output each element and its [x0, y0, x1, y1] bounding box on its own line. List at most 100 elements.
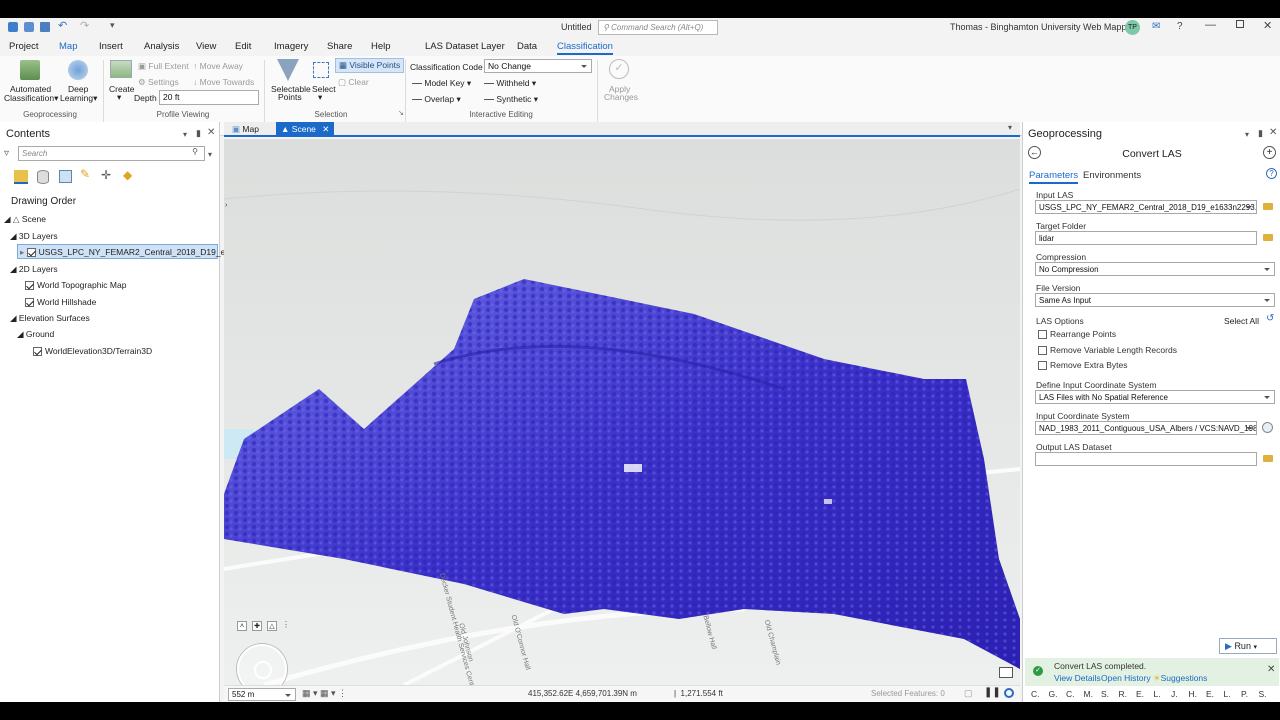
overlap-dropdown[interactable]: Overlap ▾: [412, 94, 461, 105]
select-all-link[interactable]: Select All: [1224, 316, 1259, 326]
notifications-icon[interactable]: ✉: [1152, 21, 1160, 32]
depth-input[interactable]: 20 ft: [159, 90, 259, 105]
tree-topo-layer[interactable]: World Topographic Map: [25, 280, 126, 291]
scene-view[interactable]: Decker Student Health Services Center Ol…: [224, 139, 1020, 685]
points-label[interactable]: Points: [278, 92, 302, 102]
browse-folder-icon[interactable]: [1263, 203, 1273, 210]
option-remove-extra-bytes[interactable]: Remove Extra Bytes: [1038, 360, 1127, 371]
target-folder-field[interactable]: lidar: [1035, 231, 1257, 245]
tab-list-icon[interactable]: ▾: [1008, 123, 1012, 132]
refresh-icon[interactable]: [1004, 688, 1014, 698]
pane-tab[interactable]: C.: [1031, 689, 1040, 699]
full-extent-button[interactable]: ▣ Full Extent: [138, 61, 189, 72]
withheld-dropdown[interactable]: Withheld ▾: [484, 78, 536, 89]
dismiss-message-icon[interactable]: ✕: [1267, 664, 1275, 675]
user-avatar[interactable]: TP: [1125, 20, 1140, 35]
tree-2d-layers[interactable]: ◢ 2D Layers: [10, 264, 58, 275]
select-button[interactable]: Select: [312, 84, 336, 94]
full-extent-icon[interactable]: ✚: [252, 621, 262, 631]
selectable-points-icon[interactable]: [277, 59, 299, 81]
close-pane-icon[interactable]: ✕: [207, 127, 215, 138]
tree-hillshade-layer[interactable]: World Hillshade: [25, 297, 96, 308]
maximize-icon[interactable]: [1236, 20, 1244, 28]
pane-tab[interactable]: R.: [1119, 689, 1128, 699]
output-dataset-field[interactable]: [1035, 452, 1257, 466]
close-window-icon[interactable]: ✕: [1263, 19, 1272, 32]
add-icon[interactable]: +: [1263, 146, 1276, 159]
pane-tab[interactable]: E.: [1206, 689, 1214, 699]
pane-tab[interactable]: E.: [1136, 689, 1144, 699]
define-cs-select[interactable]: LAS Files with No Spatial Reference: [1035, 390, 1275, 404]
pane-tab[interactable]: S.: [1101, 689, 1109, 699]
tab-parameters[interactable]: Parameters: [1029, 170, 1079, 184]
tab-imagery[interactable]: Imagery: [274, 41, 308, 52]
tab-view-map[interactable]: ▣ Map: [226, 123, 265, 136]
tab-project[interactable]: Project: [9, 41, 39, 52]
pane-menu-icon[interactable]: ▾: [183, 130, 187, 139]
create-profile-icon[interactable]: [110, 60, 132, 78]
hillshade-checkbox[interactable]: [25, 298, 34, 308]
pane-tab[interactable]: C.: [1066, 689, 1075, 699]
tab-map[interactable]: Map: [59, 41, 77, 52]
model-key-dropdown[interactable]: Model Key ▾: [412, 78, 471, 89]
deep-learning-icon[interactable]: [68, 60, 88, 80]
visible-points-toggle[interactable]: ▦ Visible Points: [335, 58, 405, 73]
customize-toolbar-icon[interactable]: ▾: [110, 20, 115, 31]
expand-icon[interactable]: ▸: [20, 247, 24, 257]
tree-ground[interactable]: ◢ Ground: [17, 329, 54, 340]
changes-label[interactable]: Changes: [604, 92, 638, 102]
help-icon[interactable]: ?: [1266, 168, 1277, 179]
option-remove-vlr[interactable]: Remove Variable Length Records: [1038, 345, 1177, 356]
compression-select[interactable]: No Compression: [1035, 262, 1275, 276]
tree-las-layer[interactable]: ▸ USGS_LPC_NY_FEMAR2_Central_2018_D19_e1…: [17, 244, 251, 259]
synthetic-dropdown[interactable]: Synthetic ▾: [484, 94, 538, 105]
save-icon[interactable]: [40, 22, 50, 32]
pane-tab[interactable]: G.: [1049, 689, 1058, 699]
redo-icon[interactable]: ↷: [80, 19, 89, 32]
pane-tab[interactable]: H.: [1189, 689, 1198, 699]
tree-elevation-surfaces[interactable]: ◢ Elevation Surfaces: [10, 313, 90, 324]
new-project-icon[interactable]: [8, 22, 18, 32]
create-dropdown-icon[interactable]: ▾: [117, 92, 121, 103]
collapse-handle-icon[interactable]: ›: [225, 202, 227, 209]
input-las-field[interactable]: USGS_LPC_NY_FEMAR2_Central_2018_D19_e163…: [1035, 200, 1257, 214]
run-button[interactable]: ▶ Run ▾: [1219, 638, 1277, 654]
option-rearrange-points[interactable]: Rearrange Points: [1038, 329, 1116, 340]
zoom-in-icon[interactable]: ˄: [237, 621, 247, 631]
tab-view-scene[interactable]: ▲ Scene ✕: [276, 122, 335, 137]
tab-data[interactable]: Data: [517, 41, 537, 52]
navigator-ring-icon[interactable]: [254, 661, 272, 679]
terrain-checkbox[interactable]: [33, 347, 42, 357]
remove-vlr-checkbox[interactable]: [1038, 346, 1047, 356]
tab-view[interactable]: View: [196, 41, 216, 52]
pause-drawing-icon[interactable]: ❚❚: [984, 687, 1001, 698]
tree-scene[interactable]: ◢ △ Scene: [4, 214, 46, 225]
undo-icon[interactable]: ↶: [58, 19, 67, 32]
list-by-selection-icon[interactable]: [59, 170, 72, 183]
help-icon[interactable]: ?: [1177, 21, 1183, 32]
tree-terrain[interactable]: WorldElevation3D/Terrain3D: [33, 346, 152, 357]
tab-help[interactable]: Help: [371, 41, 391, 52]
close-tab-icon[interactable]: ✕: [322, 124, 329, 134]
classification-dropdown[interactable]: Classification▾: [4, 93, 58, 104]
command-search-input[interactable]: ⚲ Command Search (Alt+Q): [598, 20, 718, 35]
view-details-link[interactable]: View Details: [1054, 673, 1101, 683]
contents-search-input[interactable]: Search ⚲: [18, 146, 205, 161]
more-nav-icon[interactable]: ⋮: [282, 620, 290, 629]
las-layer-checkbox[interactable]: [26, 248, 36, 258]
apply-changes-icon[interactable]: ✓: [609, 59, 629, 79]
list-by-editing-icon[interactable]: ✎: [80, 167, 90, 181]
list-by-drawing-order-icon[interactable]: [14, 170, 28, 184]
topo-checkbox[interactable]: [25, 281, 34, 291]
list-by-snapping-icon[interactable]: ✛: [101, 168, 111, 182]
file-version-select[interactable]: Same As Input: [1035, 293, 1275, 307]
pane-tab[interactable]: L.: [1154, 689, 1161, 699]
reset-icon[interactable]: ↺: [1266, 313, 1274, 324]
classification-code-select[interactable]: No Change: [484, 59, 592, 73]
list-by-data-source-icon[interactable]: [37, 170, 49, 184]
browse-folder-icon[interactable]: [1263, 234, 1273, 241]
tab-insert[interactable]: Insert: [99, 41, 123, 52]
tab-classification[interactable]: Classification: [557, 41, 613, 55]
pane-tab[interactable]: S.: [1259, 689, 1267, 699]
search-icon[interactable]: ⚲: [192, 147, 198, 156]
